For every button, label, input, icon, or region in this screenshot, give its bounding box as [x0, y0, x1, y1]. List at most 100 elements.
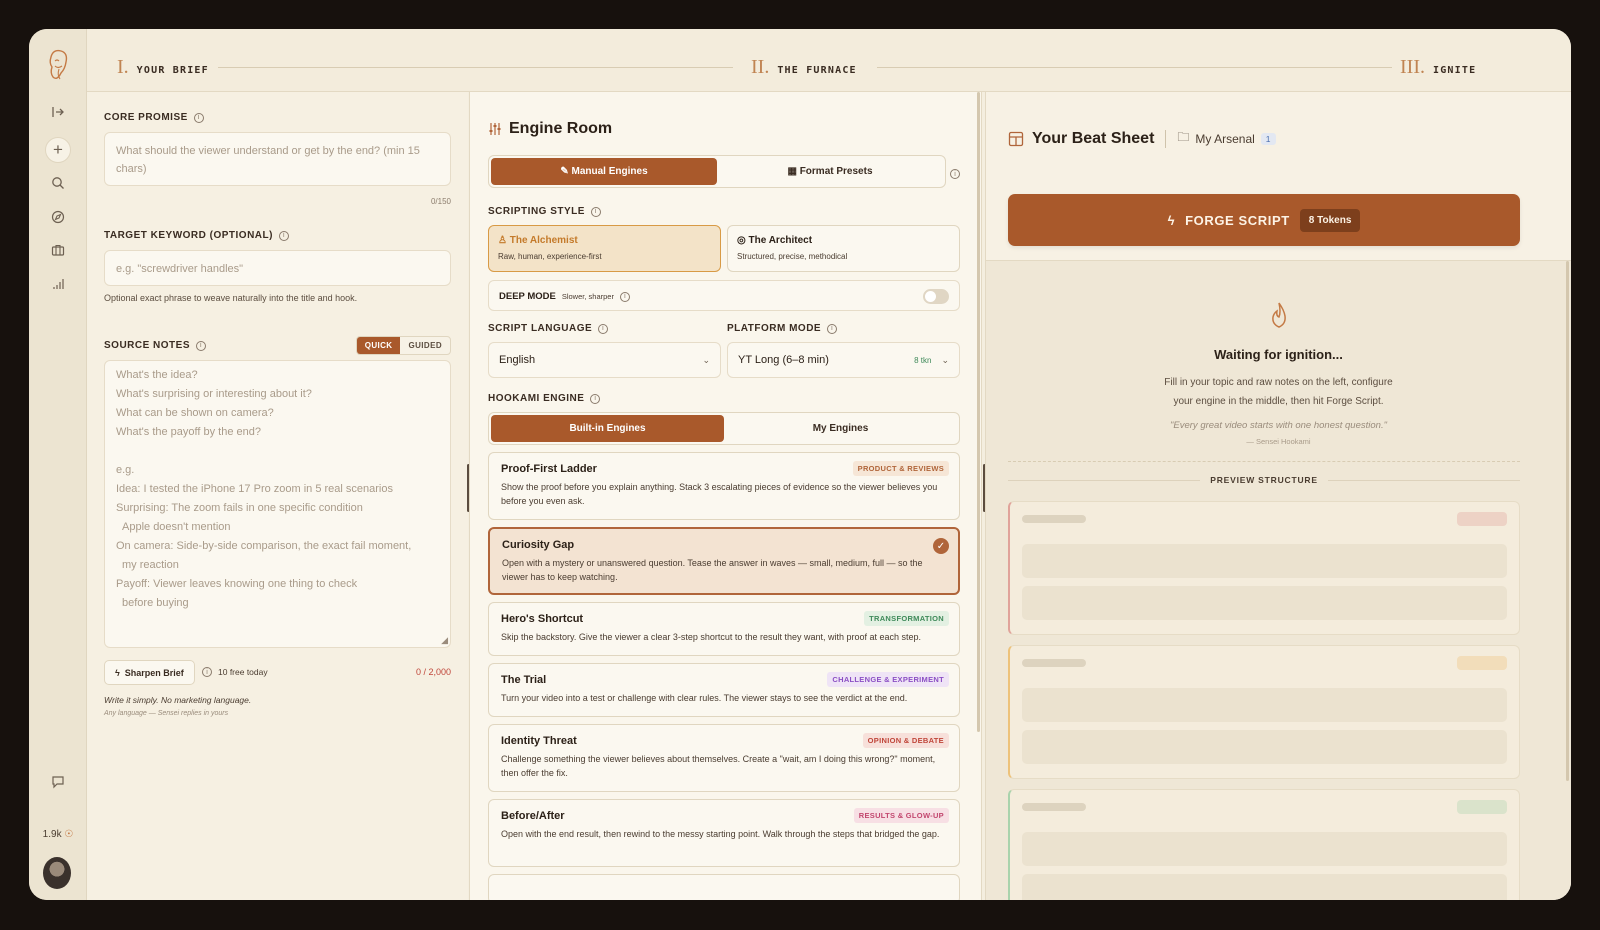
- avatar[interactable]: [43, 857, 71, 889]
- engine-card[interactable]: Hero's Shortcut Skip the backstory. Give …: [488, 602, 960, 656]
- engine-category-badge: TRANSFORMATION: [864, 611, 949, 626]
- engine-card[interactable]: Curiosity Gap Open with a mystery or unan…: [488, 527, 960, 595]
- info-icon[interactable]: i: [827, 323, 838, 334]
- notes-char-count: 0 / 2,000: [415, 667, 451, 677]
- keyword-input[interactable]: e.g. "screwdriver handles": [104, 250, 451, 286]
- notes-mode-toggle: QUICK GUIDED: [355, 336, 451, 355]
- notes-placeholder: What's the idea? What's surprising or int…: [116, 369, 439, 616]
- resize-handle-icon[interactable]: ◢: [441, 635, 448, 646]
- collapse-icon[interactable]: [45, 99, 71, 125]
- core-promise-label: CORE PROMISE i: [104, 112, 451, 123]
- engine-room-scrollbar[interactable]: [977, 92, 980, 732]
- scripting-style-label: SCRIPTING STYLE i: [488, 206, 960, 217]
- source-notes-textarea[interactable]: What's the idea? What's surprising or int…: [104, 360, 451, 648]
- notes-placeholder-line: What's the payoff by the end?: [116, 426, 261, 438]
- sharpen-brief-button[interactable]: ϟ Sharpen Brief: [104, 660, 195, 685]
- notes-placeholder-line: Apple doesn't mention: [122, 521, 231, 533]
- step-furnace[interactable]: II. THE FURNACE: [751, 56, 857, 79]
- free-usage: i 10 free today: [202, 667, 268, 677]
- briefcase-icon[interactable]: [45, 237, 71, 263]
- skeleton-bar: [1022, 515, 1086, 523]
- logo-icon[interactable]: [43, 47, 73, 87]
- engine-description: Open with the end result, then rewind to…: [501, 829, 940, 839]
- step-divider: [877, 67, 1392, 68]
- compass-icon: ◎: [737, 235, 746, 246]
- language-platform-labels: SCRIPT LANGUAGE i PLATFORM MODE i: [488, 323, 960, 337]
- info-icon[interactable]: i: [950, 169, 960, 179]
- check-icon: ✓: [933, 538, 949, 554]
- skeleton-row: [1022, 586, 1507, 620]
- deep-mode-toggle[interactable]: [923, 289, 949, 304]
- language-platform-selects: English ⌄ YT Long (6–8 min) 8 tkn ⌄: [488, 342, 960, 378]
- notes-tip-sub: Any language — Sensei replies in yours: [104, 710, 229, 717]
- mode-guided[interactable]: GUIDED: [400, 337, 450, 354]
- info-icon[interactable]: i: [202, 667, 212, 677]
- notes-placeholder-line: On camera: Side-by-side comparison, the …: [116, 540, 412, 552]
- mode-quick[interactable]: QUICK: [356, 337, 401, 354]
- info-icon[interactable]: i: [278, 230, 289, 241]
- engine-card[interactable]: [488, 874, 960, 900]
- tab-built-in-engines[interactable]: Built-in Engines: [491, 415, 724, 442]
- preview-skeleton-card: [1008, 789, 1520, 900]
- style-architect[interactable]: ◎ The Architect Structured, precise, met…: [727, 225, 960, 272]
- skeleton-tag: [1457, 512, 1507, 526]
- folder-icon: 🗀: [1177, 130, 1190, 144]
- bolt-icon: ϟ: [1167, 212, 1176, 228]
- arsenal-count-badge: 1: [1260, 132, 1276, 145]
- chevron-down-icon: ⌄: [941, 354, 949, 365]
- flask-icon: ♙: [498, 235, 507, 246]
- engine-list: Proof-First Ladder Show the proof before …: [488, 452, 960, 900]
- style-alchemist[interactable]: ♙ The Alchemist Raw, human, experience-f…: [488, 225, 721, 272]
- language-select[interactable]: English ⌄: [488, 342, 721, 378]
- skeleton-row: [1022, 874, 1507, 900]
- notes-tip: Write it simply. No marketing language.: [104, 695, 252, 705]
- forge-script-button[interactable]: ϟ FORGE SCRIPT 8 Tokens: [1008, 194, 1520, 246]
- tab-my-engines[interactable]: My Engines: [724, 415, 957, 442]
- platform-select[interactable]: YT Long (6–8 min) 8 tkn ⌄: [727, 342, 960, 378]
- core-promise-input[interactable]: What should the viewer understand or get…: [104, 132, 451, 186]
- info-icon[interactable]: i: [196, 340, 207, 351]
- engine-card[interactable]: Proof-First Ladder Show the proof before …: [488, 452, 960, 520]
- notes-placeholder-line: [116, 445, 439, 464]
- skeleton-row: [1022, 544, 1507, 578]
- notes-placeholder-line: What's surprising or interesting about i…: [116, 388, 312, 400]
- hookami-tabs: Built-in Engines My Engines: [488, 412, 960, 445]
- info-icon[interactable]: i: [590, 206, 601, 217]
- engine-card[interactable]: Identity Threat Challenge something the v…: [488, 724, 960, 792]
- tab-manual-engines[interactable]: ✎ Manual Engines: [491, 158, 717, 185]
- info-icon[interactable]: i: [619, 291, 630, 302]
- beat-sheet-scrollbar[interactable]: [1566, 261, 1569, 781]
- notes-placeholder-line: What can be shown on camera?: [116, 407, 274, 419]
- step-divider: [218, 67, 733, 68]
- info-icon[interactable]: i: [193, 112, 204, 123]
- engine-card[interactable]: Before/After Open with the end result, th…: [488, 799, 960, 867]
- chat-icon[interactable]: [45, 769, 71, 795]
- flame-icon: [986, 301, 1571, 335]
- step-brief[interactable]: I. YOUR BRIEF: [117, 56, 209, 79]
- info-icon[interactable]: i: [598, 323, 609, 334]
- sliders-icon: [489, 123, 501, 135]
- app-window: + 1.9k ☉ I. YOUR BRIEF II. THE FURNACE I…: [29, 29, 1571, 900]
- coin-icon: ☉: [64, 829, 74, 840]
- tab-format-presets[interactable]: ▦ Format Presets: [717, 158, 943, 185]
- step-ignite[interactable]: III. IGNITE: [1400, 56, 1476, 79]
- engine-description: Open with a mystery or unanswered questi…: [502, 558, 923, 582]
- notes-placeholder-line: my reaction: [122, 559, 179, 571]
- quote-author: — Sensei Hookami: [1246, 437, 1311, 446]
- core-promise-counter: 0/150: [430, 197, 451, 206]
- hookami-engine-label: HOOKAMI ENGINE i: [488, 393, 960, 404]
- search-icon[interactable]: [45, 170, 71, 196]
- chevron-down-icon: ⌄: [702, 354, 710, 365]
- chart-icon[interactable]: [45, 271, 71, 297]
- my-arsenal-link[interactable]: 🗀 My Arsenal 1: [1177, 128, 1276, 149]
- plus-icon[interactable]: +: [45, 137, 71, 163]
- keyword-hint: Optional exact phrase to weave naturally…: [104, 293, 358, 303]
- layout-icon: [1008, 131, 1024, 146]
- engine-card[interactable]: The Trial Turn your video into a test or …: [488, 663, 960, 717]
- skeleton-tag: [1457, 800, 1507, 814]
- info-icon[interactable]: i: [590, 393, 601, 404]
- engine-room-title: Engine Room: [488, 120, 960, 138]
- engine-category-badge: CHALLENGE & EXPERIMENT: [827, 672, 949, 687]
- compass-icon[interactable]: [45, 204, 71, 230]
- deep-mode-row: DEEP MODE Slower, sharper i: [488, 280, 960, 311]
